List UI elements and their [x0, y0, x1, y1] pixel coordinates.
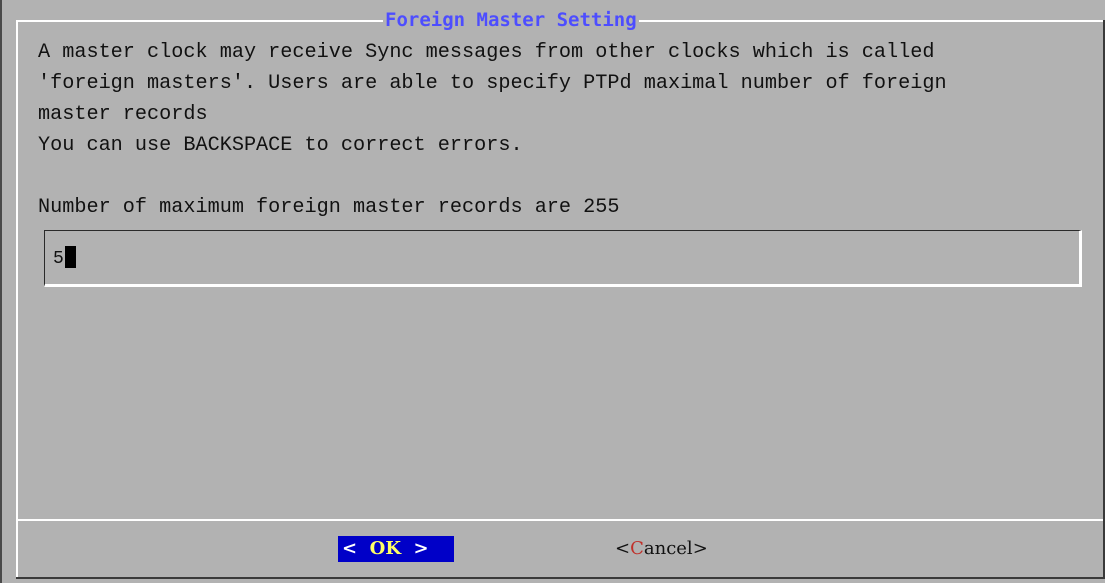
foreign-master-records-input[interactable]: 5 — [44, 230, 1082, 287]
ok-hotkey: O — [369, 538, 386, 559]
foreign-master-dialog: Foreign Master Setting A master clock ma… — [0, 0, 1105, 583]
message-line: A master clock may receive Sync messages… — [38, 41, 935, 64]
cancel-open-bracket: < — [615, 538, 631, 559]
cancel-button[interactable]: <Cancel> — [615, 536, 708, 562]
cancel-close-bracket: > — [692, 538, 708, 559]
button-separator — [18, 519, 1103, 521]
dialog-border-left — [16, 20, 18, 577]
dialog-border-bottom — [16, 577, 1105, 579]
text-cursor — [64, 246, 76, 268]
message-line: You can use BACKSPACE to correct errors. — [38, 134, 523, 157]
message-line: 'foreign masters'. Users are able to spe… — [38, 72, 947, 95]
message-line: Number of maximum foreign master records… — [38, 196, 620, 219]
dialog-title: Foreign Master Setting — [383, 8, 639, 32]
ok-label-rest: K — [385, 538, 401, 559]
cancel-label-rest: ancel — [643, 538, 693, 559]
input-value: 5 — [53, 249, 64, 269]
screen-edge — [0, 0, 2, 583]
ok-open-bracket: < — [342, 538, 358, 559]
ok-close-bracket: > — [413, 538, 429, 559]
dialog-message: A master clock may receive Sync messages… — [38, 37, 947, 223]
message-line: master records — [38, 103, 208, 126]
cancel-hotkey: C — [630, 538, 644, 559]
ok-button[interactable]: < OK > — [338, 536, 454, 562]
